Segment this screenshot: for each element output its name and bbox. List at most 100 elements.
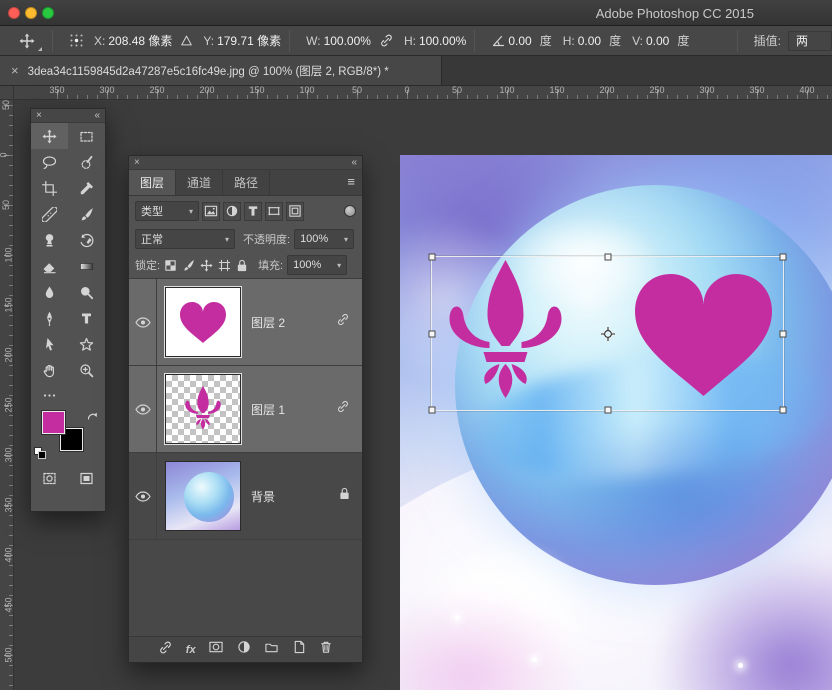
tools-panel-header[interactable]: × «	[31, 109, 105, 123]
minimize-window-button[interactable]	[25, 7, 37, 19]
transform-handle-left[interactable]	[428, 330, 436, 337]
brush-tool[interactable]	[68, 201, 105, 227]
lasso-tool[interactable]	[31, 149, 68, 175]
layer-name[interactable]: 背景	[251, 488, 275, 505]
layer-name[interactable]: 图层 1	[251, 401, 285, 418]
layer-thumbnail-background[interactable]	[165, 461, 241, 531]
visibility-toggle[interactable]	[129, 279, 157, 365]
path-selection-tool[interactable]	[31, 331, 68, 357]
lock-pixels-icon[interactable]	[182, 259, 195, 272]
document-tab[interactable]: × 3dea34c1159845d2a47287e5c16fc49e.jpg @…	[0, 56, 442, 85]
blend-mode-select[interactable]: 正常 ▾	[135, 229, 235, 249]
angle-value[interactable]: 0.00	[508, 34, 531, 48]
h-skew-value[interactable]: 0.00	[578, 34, 601, 48]
canvas-document[interactable]	[400, 155, 832, 690]
collapse-panel-icon[interactable]: «	[351, 157, 357, 169]
shape-tool[interactable]	[68, 331, 105, 357]
transform-handle-top[interactable]	[604, 253, 611, 261]
lock-position-icon[interactable]	[200, 258, 213, 272]
delete-layer-button[interactable]	[319, 640, 333, 659]
reference-point-grid[interactable]	[69, 33, 84, 48]
lock-transparency-icon[interactable]	[164, 259, 177, 272]
interpolation-select[interactable]: 两	[788, 30, 832, 51]
lock-artboard-icon[interactable]	[218, 259, 231, 272]
transform-handle-bottom[interactable]	[604, 406, 611, 414]
visibility-toggle[interactable]	[129, 366, 157, 452]
filter-smart-objects-button[interactable]	[286, 201, 304, 221]
close-window-button[interactable]	[8, 7, 20, 19]
fill-select[interactable]: 100% ▾	[287, 255, 348, 275]
opacity-select[interactable]: 100% ▾	[294, 229, 355, 249]
layer-row-layer2[interactable]: 图层 2	[129, 279, 362, 366]
dodge-tool[interactable]	[68, 279, 105, 305]
filter-pixel-layers-button[interactable]	[202, 201, 220, 221]
layer-name[interactable]: 图层 2	[251, 314, 285, 331]
transform-reference-point[interactable]	[600, 326, 616, 342]
h-value[interactable]: 100.00%	[419, 34, 466, 48]
close-panel-icon[interactable]: ×	[36, 110, 42, 122]
blur-tool[interactable]	[31, 279, 68, 305]
transform-handle-bottomright[interactable]	[779, 406, 787, 414]
tab-channels[interactable]: 通道	[176, 170, 223, 195]
type-tool[interactable]	[68, 305, 105, 331]
ruler-vertical[interactable]: 50050100150200250300350400450500	[0, 100, 14, 690]
quick-mask-button[interactable]	[31, 465, 68, 491]
panel-menu-icon[interactable]: ≡	[347, 174, 355, 189]
screen-mode-button[interactable]	[68, 465, 105, 491]
eyedropper-tool[interactable]	[68, 175, 105, 201]
y-value[interactable]: 179.71 像素	[217, 32, 281, 49]
w-value[interactable]: 100.00%	[324, 34, 371, 48]
layer-style-button[interactable]: fx	[186, 644, 196, 656]
tab-layers[interactable]: 图层	[129, 170, 176, 195]
gradient-tool[interactable]	[68, 253, 105, 279]
layers-panel-header[interactable]: × «	[129, 156, 362, 170]
layer-row-layer1[interactable]: 图层 1	[129, 366, 362, 453]
transform-handle-topright[interactable]	[779, 253, 787, 261]
eraser-tool[interactable]	[31, 253, 68, 279]
visibility-toggle[interactable]	[129, 453, 157, 539]
pen-tool[interactable]	[31, 305, 68, 331]
tab-paths[interactable]: 路径	[223, 170, 270, 195]
clone-stamp-tool[interactable]	[31, 227, 68, 253]
link-layers-button[interactable]	[158, 640, 173, 660]
marquee-tool[interactable]	[68, 123, 105, 149]
spot-healing-tool[interactable]	[31, 201, 68, 227]
add-mask-button[interactable]	[208, 640, 224, 659]
filter-shape-layers-button[interactable]	[265, 201, 283, 221]
close-panel-icon[interactable]: ×	[134, 157, 140, 169]
ruler-horizontal[interactable]: 350 300 250 200 150 100 50 0 50 100 150 200 250 300 35…	[14, 86, 832, 100]
zoom-tool[interactable]	[68, 357, 105, 383]
edit-toolbar-button[interactable]	[31, 383, 105, 407]
quick-selection-tool[interactable]	[68, 149, 105, 175]
group-layers-button[interactable]	[264, 641, 279, 659]
tool-preset-button[interactable]	[10, 29, 44, 53]
relative-position-toggle[interactable]	[180, 34, 193, 47]
move-tool[interactable]	[31, 123, 68, 149]
layer-thumbnail-fleur[interactable]	[165, 374, 241, 444]
zoom-window-button[interactable]	[42, 7, 54, 19]
history-brush-tool[interactable]	[68, 227, 105, 253]
new-layer-button[interactable]	[292, 640, 306, 659]
lock-all-icon[interactable]	[236, 259, 248, 272]
transform-handle-right[interactable]	[779, 330, 787, 337]
filter-type-layers-button[interactable]	[244, 201, 262, 221]
hand-tool[interactable]	[31, 357, 68, 383]
filter-toggle-button[interactable]	[344, 205, 356, 217]
default-colors-button[interactable]	[34, 447, 46, 459]
ruler-origin-corner[interactable]	[0, 86, 14, 100]
collapse-panel-icon[interactable]: «	[94, 110, 100, 122]
filter-kind-select[interactable]: 类型 ▾	[135, 201, 199, 221]
foreground-color-swatch[interactable]	[42, 411, 65, 434]
v-skew-value[interactable]: 0.00	[646, 34, 669, 48]
x-value[interactable]: 208.48 像素	[108, 32, 172, 49]
layer-thumbnail-heart[interactable]	[165, 287, 241, 357]
crop-tool[interactable]	[31, 175, 68, 201]
transform-bounding-box[interactable]	[428, 253, 787, 414]
transform-handle-topleft[interactable]	[428, 253, 436, 261]
maintain-aspect-ratio-button[interactable]	[379, 33, 394, 48]
filter-adjustment-layers-button[interactable]	[223, 201, 241, 221]
layer-row-background[interactable]: 背景	[129, 453, 362, 540]
close-tab-icon[interactable]: ×	[11, 64, 19, 77]
switch-colors-button[interactable]	[87, 409, 98, 427]
adjustment-layer-button[interactable]	[237, 640, 251, 659]
